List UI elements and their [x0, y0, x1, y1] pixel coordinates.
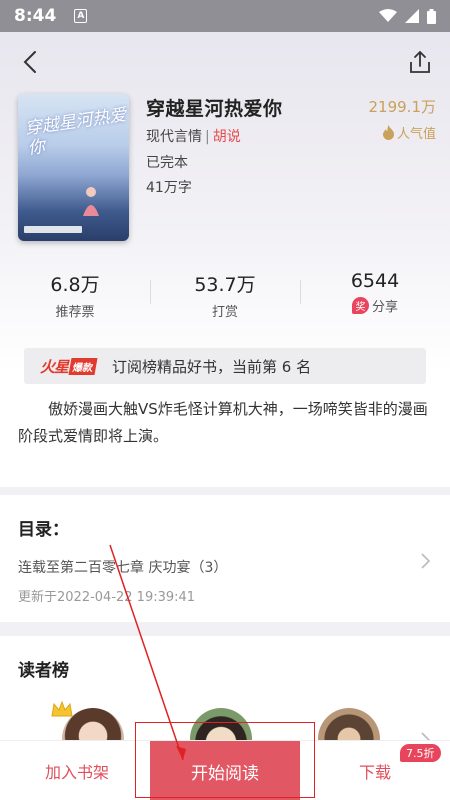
stat-label: 分享 — [371, 300, 398, 315]
stat-rewards[interactable]: 53.7万 打赏 — [150, 270, 300, 322]
chevron-left-icon[interactable] — [18, 48, 46, 76]
add-to-shelf-button[interactable]: 加入书架 — [22, 741, 132, 800]
hot-logo-tag: 爆款 — [68, 357, 98, 375]
catalog-title: 目录： — [18, 520, 69, 540]
stat-value: 6544 — [350, 270, 400, 292]
flame-icon — [382, 125, 394, 140]
rank-banner[interactable]: 火星 爆款 订阅榜精品好书，当前第 6 名 — [24, 348, 426, 384]
stat-recommend-votes[interactable]: 6.8万 推荐票 — [0, 270, 150, 322]
book-meta: 现代言情 | 胡说 — [146, 126, 241, 146]
notification-icon: A — [74, 9, 88, 23]
hot-logo: 火星 爆款 — [40, 356, 98, 377]
latest-chapter: 连载至第二百零七章 庆功宴（3） — [18, 560, 228, 576]
bottom-action-bar: 加入书架 开始阅读 下载 — [0, 740, 450, 800]
hot-logo-main: 火星 — [40, 357, 69, 376]
battery-icon — [427, 8, 436, 24]
signal-icon — [405, 9, 419, 23]
top-nav — [0, 40, 450, 84]
cover-title-art: 穿越星河热爱你 — [23, 105, 128, 159]
stat-label: 打赏 — [211, 305, 238, 320]
meta-separator: | — [205, 129, 210, 145]
popularity-value: 2199.1万 — [368, 98, 437, 116]
book-intro[interactable]: 傲娇漫画大触VS炸毛怪计算机大神，一场啼笑皆非的漫画阶段式爱情即将上演。 — [18, 396, 434, 450]
chevron-right-icon — [421, 553, 431, 569]
popularity-block: 2199.1万 人气值 — [369, 96, 437, 142]
catalog-section[interactable]: 目录： 连载至第二百零七章 庆功宴（3） 更新于2022-04-22 19:39… — [0, 495, 450, 622]
popularity-label-row: 人气值 — [369, 123, 436, 142]
book-word-count: 41万字 — [146, 180, 192, 196]
stat-label: 推荐票 — [55, 305, 95, 320]
stat-share[interactable]: 6544 奖 分享 — [300, 270, 450, 322]
reward-badge-icon: 奖 — [351, 297, 369, 314]
status-bar: 8:44 A — [0, 0, 450, 32]
stat-value: 53.7万 — [194, 274, 256, 296]
stat-value: 6.8万 — [50, 274, 100, 296]
book-status: 已完本 — [146, 155, 188, 171]
book-cover[interactable]: 穿越星河热爱你 — [18, 94, 129, 241]
cover-figure-illustration — [83, 187, 99, 216]
book-category[interactable]: 现代言情 — [146, 129, 202, 145]
status-time: 8:44 — [14, 6, 57, 26]
rank-text: 订阅榜精品好书，当前第 6 名 — [112, 357, 312, 376]
updated-time: 更新于2022-04-22 19:39:41 — [18, 590, 196, 605]
cover-tag-strip — [24, 226, 82, 233]
wifi-icon — [379, 9, 397, 22]
start-reading-button[interactable]: 开始阅读 — [150, 741, 300, 800]
share-icon[interactable] — [406, 48, 434, 76]
readers-title: 读者榜 — [18, 661, 69, 681]
discount-badge: 7.5折 — [400, 744, 441, 762]
stats-row: 6.8万 推荐票 53.7万 打赏 6544 奖 分享 — [0, 270, 450, 322]
popularity-label: 人气值 — [396, 127, 436, 142]
book-author-link[interactable]: 胡说 — [213, 129, 241, 145]
crown-icon — [51, 700, 73, 717]
book-title: 穿越星河热爱你 — [146, 98, 283, 120]
